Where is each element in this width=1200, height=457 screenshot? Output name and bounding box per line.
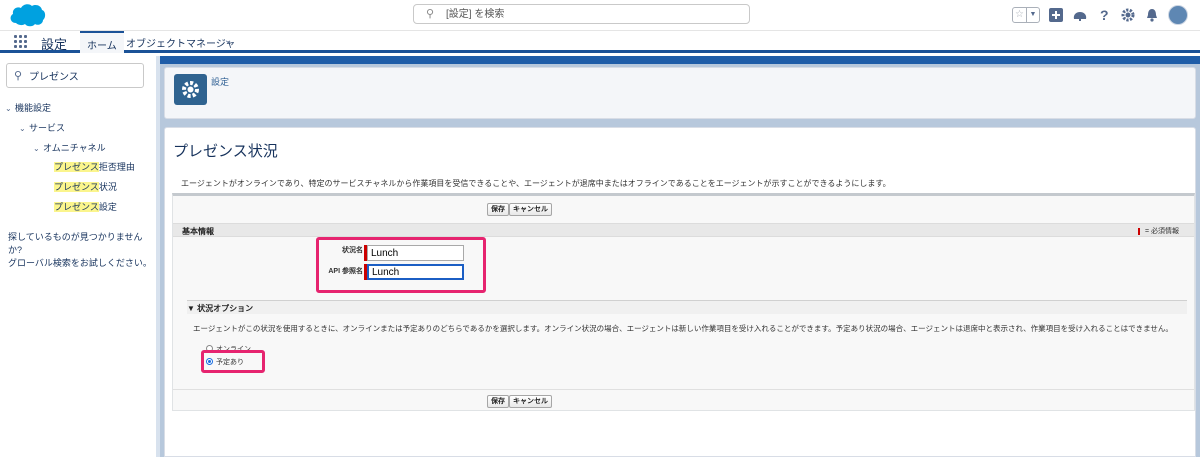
trailhead-icon[interactable] bbox=[1072, 7, 1088, 23]
app-nav-bar: 設定 ホーム オブジェクトマネージャ ⌄ bbox=[0, 31, 1200, 53]
chevron-down-icon: ⌄ bbox=[5, 104, 12, 113]
tree-item-feature-settings[interactable]: ⌄ 機能設定 bbox=[5, 101, 51, 114]
edit-form: 保存 キャンセル 基本情報 = 必須情報 状況名 API 参照名 ▼ 状況オプシ… bbox=[172, 193, 1195, 411]
save-button-bottom[interactable]: 保存 bbox=[487, 395, 509, 408]
add-icon[interactable] bbox=[1048, 7, 1064, 23]
global-search-hint: 探しているものが見つかりませんか? グローバル検索をお試しください。 bbox=[8, 232, 152, 268]
status-options-title: ▼ 状況オプション bbox=[187, 304, 254, 313]
global-search-box[interactable]: ⚲ bbox=[413, 4, 750, 24]
chevron-down-icon: ⌄ bbox=[33, 144, 40, 153]
bell-icon[interactable] bbox=[1144, 7, 1160, 23]
salesforce-logo-icon[interactable] bbox=[8, 2, 46, 28]
gear-icon[interactable] bbox=[1120, 7, 1136, 23]
chevron-down-icon: ⌄ bbox=[19, 124, 26, 133]
tree-item-presence-settings[interactable]: プレゼンス設定 bbox=[54, 200, 117, 213]
highlight-callout-fields bbox=[316, 237, 486, 293]
quick-find-input[interactable] bbox=[29, 68, 139, 83]
tree-item-presence-statuses[interactable]: プレゼンス状況 bbox=[54, 180, 117, 193]
page-title: プレゼンス状況 bbox=[173, 143, 278, 160]
required-legend: = 必須情報 bbox=[1137, 226, 1179, 236]
quick-find-box[interactable]: ⚲ bbox=[6, 63, 144, 88]
setup-header-card: 設定 bbox=[164, 67, 1196, 119]
help-icon[interactable]: ? bbox=[1096, 7, 1112, 23]
section-status-options[interactable]: ▼ 状況オプション bbox=[187, 300, 1187, 314]
highlight-callout-radio bbox=[201, 350, 265, 373]
setup-gear-icon bbox=[174, 74, 207, 105]
page-description: エージェントがオンラインであり、特定のサービスチャネルから作業項目を受信できるこ… bbox=[181, 179, 891, 188]
save-button-top[interactable]: 保存 bbox=[487, 203, 509, 216]
tree-item-omni-channel[interactable]: ⌄ オムニチャネル bbox=[33, 141, 106, 154]
app-name: 設定 bbox=[41, 37, 68, 52]
presence-status-edit-page: プレゼンス状況 エージェントがオンラインであり、特定のサービスチャネルから作業項… bbox=[164, 127, 1196, 457]
breadcrumb[interactable]: 設定 bbox=[211, 75, 229, 88]
chevron-down-icon[interactable]: ⌄ bbox=[224, 35, 232, 46]
app-launcher-icon[interactable] bbox=[14, 35, 27, 48]
setup-sidebar: ⚲ ⌄機能設定 ⌄サービス ⌄オムニチャネル プレゼンス拒否理由 プレゼンス状況… bbox=[0, 56, 156, 457]
tree-item-presence-decline-reasons[interactable]: プレゼンス拒否理由 bbox=[54, 160, 135, 173]
section-basic-info: 基本情報 = 必須情報 bbox=[173, 223, 1194, 237]
avatar[interactable] bbox=[1168, 5, 1188, 25]
search-icon: ⚲ bbox=[426, 8, 435, 20]
tab-object-manager[interactable]: オブジェクトマネージャ bbox=[126, 35, 235, 50]
section-title: 基本情報 bbox=[182, 227, 214, 236]
cancel-button-top[interactable]: キャンセル bbox=[509, 203, 552, 216]
search-icon: ⚲ bbox=[14, 70, 23, 82]
tab-home[interactable]: ホーム bbox=[80, 31, 124, 53]
status-options-description: エージェントがこの状況を使用するときに、オンラインまたは予定ありのどちらであるか… bbox=[193, 324, 1173, 333]
cancel-button-bottom[interactable]: キャンセル bbox=[509, 395, 552, 408]
favorites-group[interactable]: ☆ ▼ bbox=[1012, 7, 1040, 23]
header-icons: ☆ ▼ ? bbox=[1012, 5, 1188, 25]
svg-text:?: ? bbox=[1100, 7, 1109, 23]
global-search-input[interactable] bbox=[446, 7, 736, 21]
favorites-star-icon[interactable]: ☆ bbox=[1013, 8, 1026, 22]
global-header: ⚲ ☆ ▼ ? bbox=[0, 0, 1200, 31]
tree-item-service[interactable]: ⌄ サービス bbox=[19, 121, 65, 134]
favorites-dropdown-icon[interactable]: ▼ bbox=[1026, 8, 1039, 22]
